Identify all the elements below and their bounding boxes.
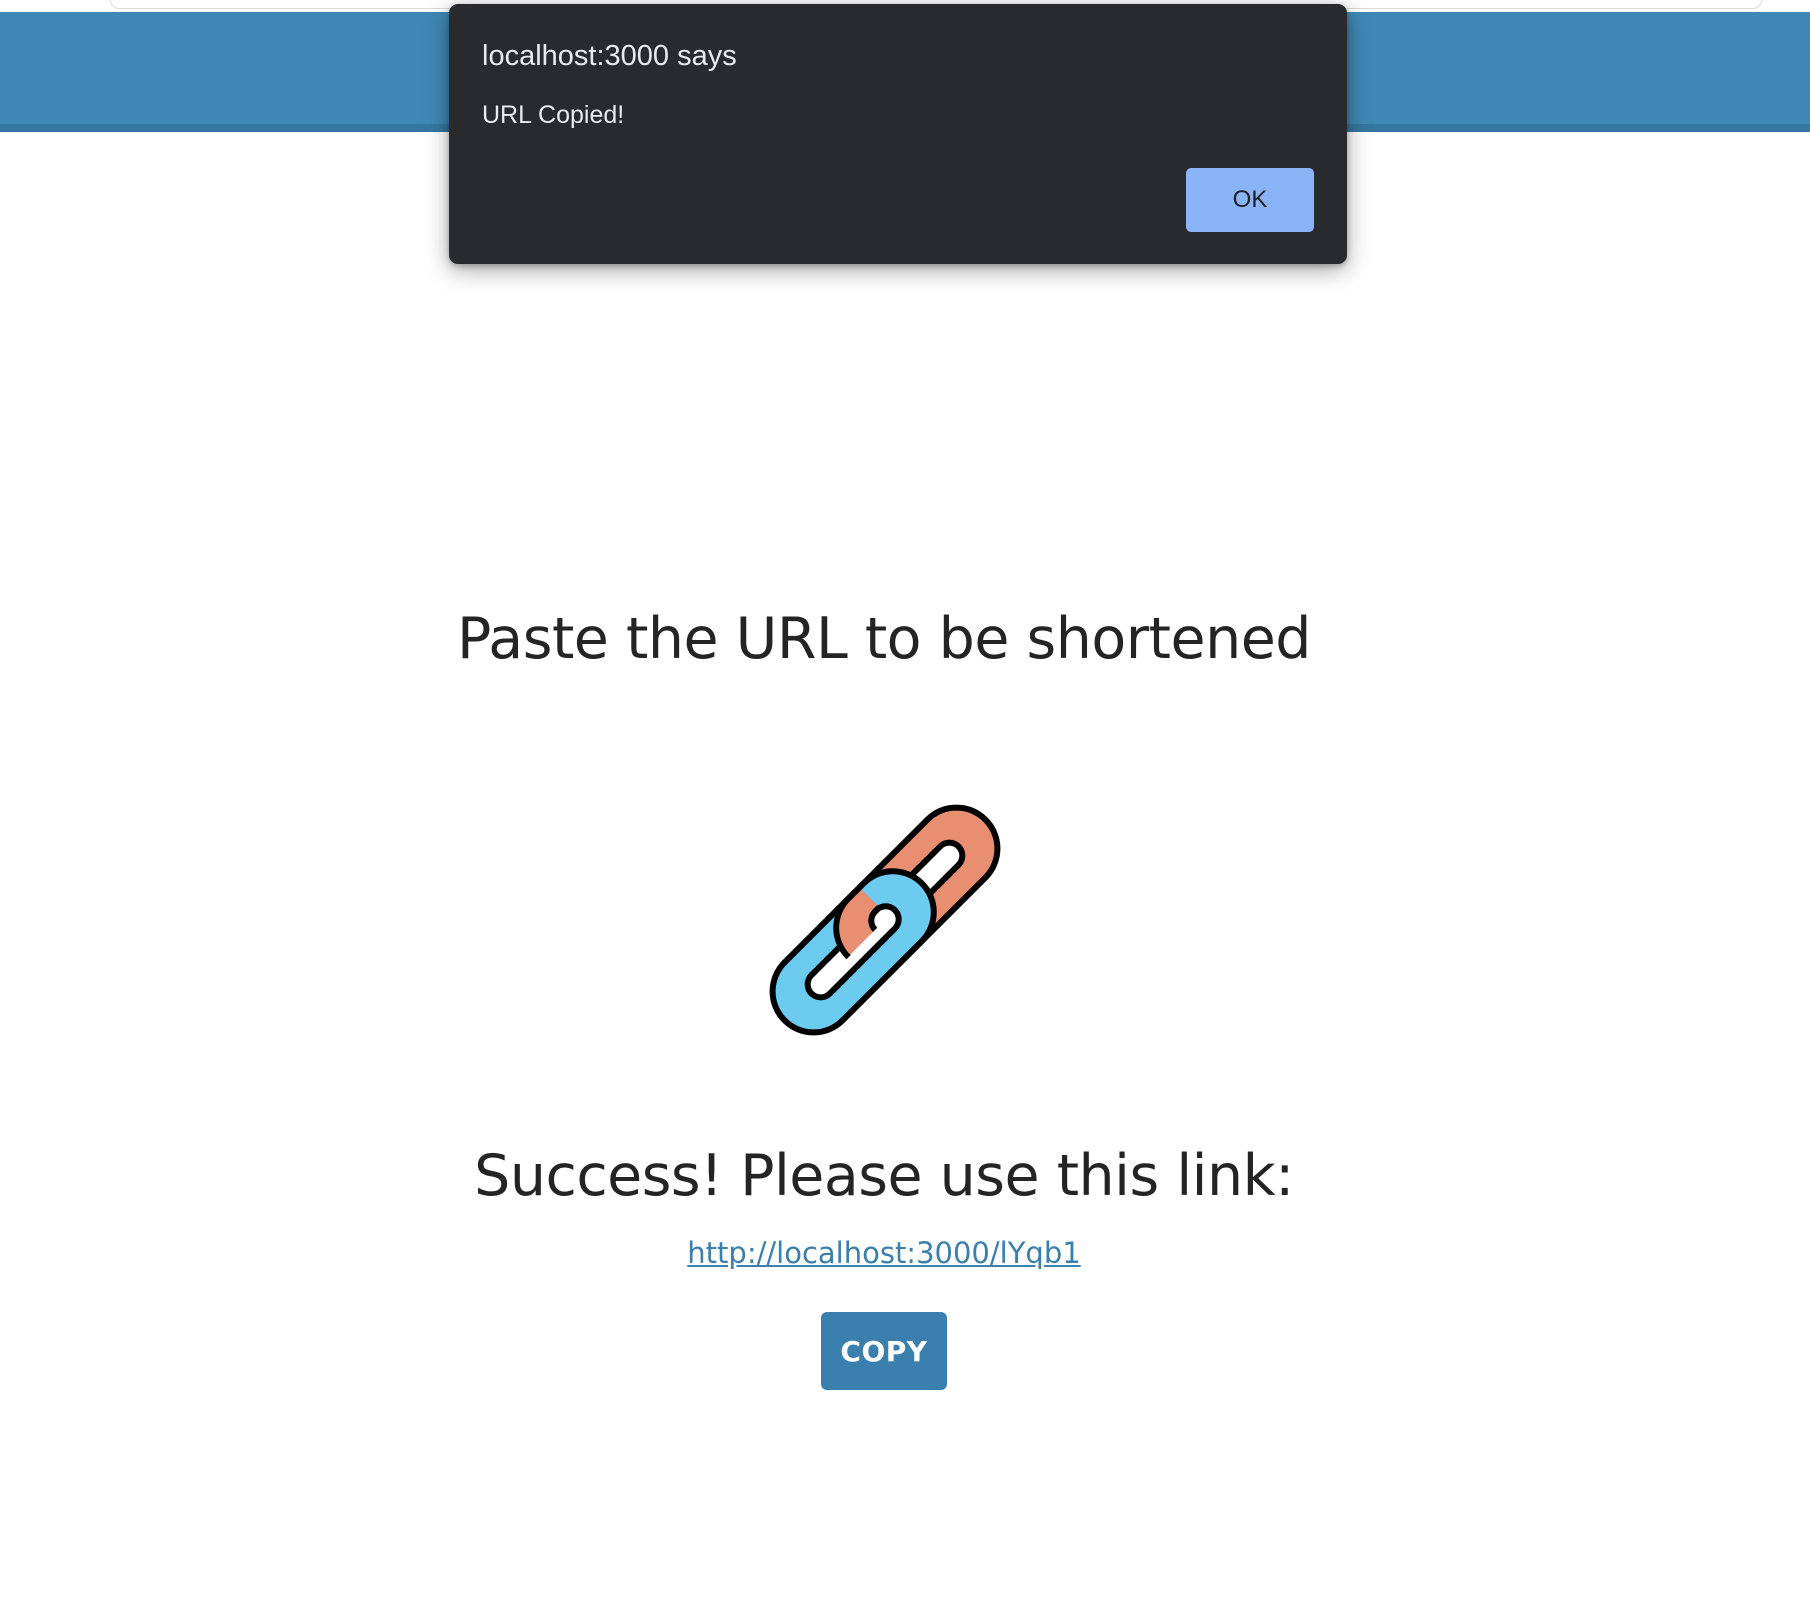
copy-button[interactable]: COPY <box>821 1312 947 1390</box>
short-url-container: http://localhost:3000/lYqb1 <box>0 1236 1768 1270</box>
chain-link-icon <box>750 785 1020 1055</box>
alert-dialog: localhost:3000 says URL Copied! OK <box>449 4 1347 264</box>
alert-title: localhost:3000 says <box>482 40 737 72</box>
page-title: Paste the URL to be shortened <box>457 606 1311 672</box>
alert-message: URL Copied! <box>482 101 625 129</box>
short-url-link[interactable]: http://localhost:3000/lYqb1 <box>687 1236 1080 1270</box>
success-message: Success! Please use this link: <box>474 1143 1294 1209</box>
alert-ok-button[interactable]: OK <box>1186 168 1314 232</box>
